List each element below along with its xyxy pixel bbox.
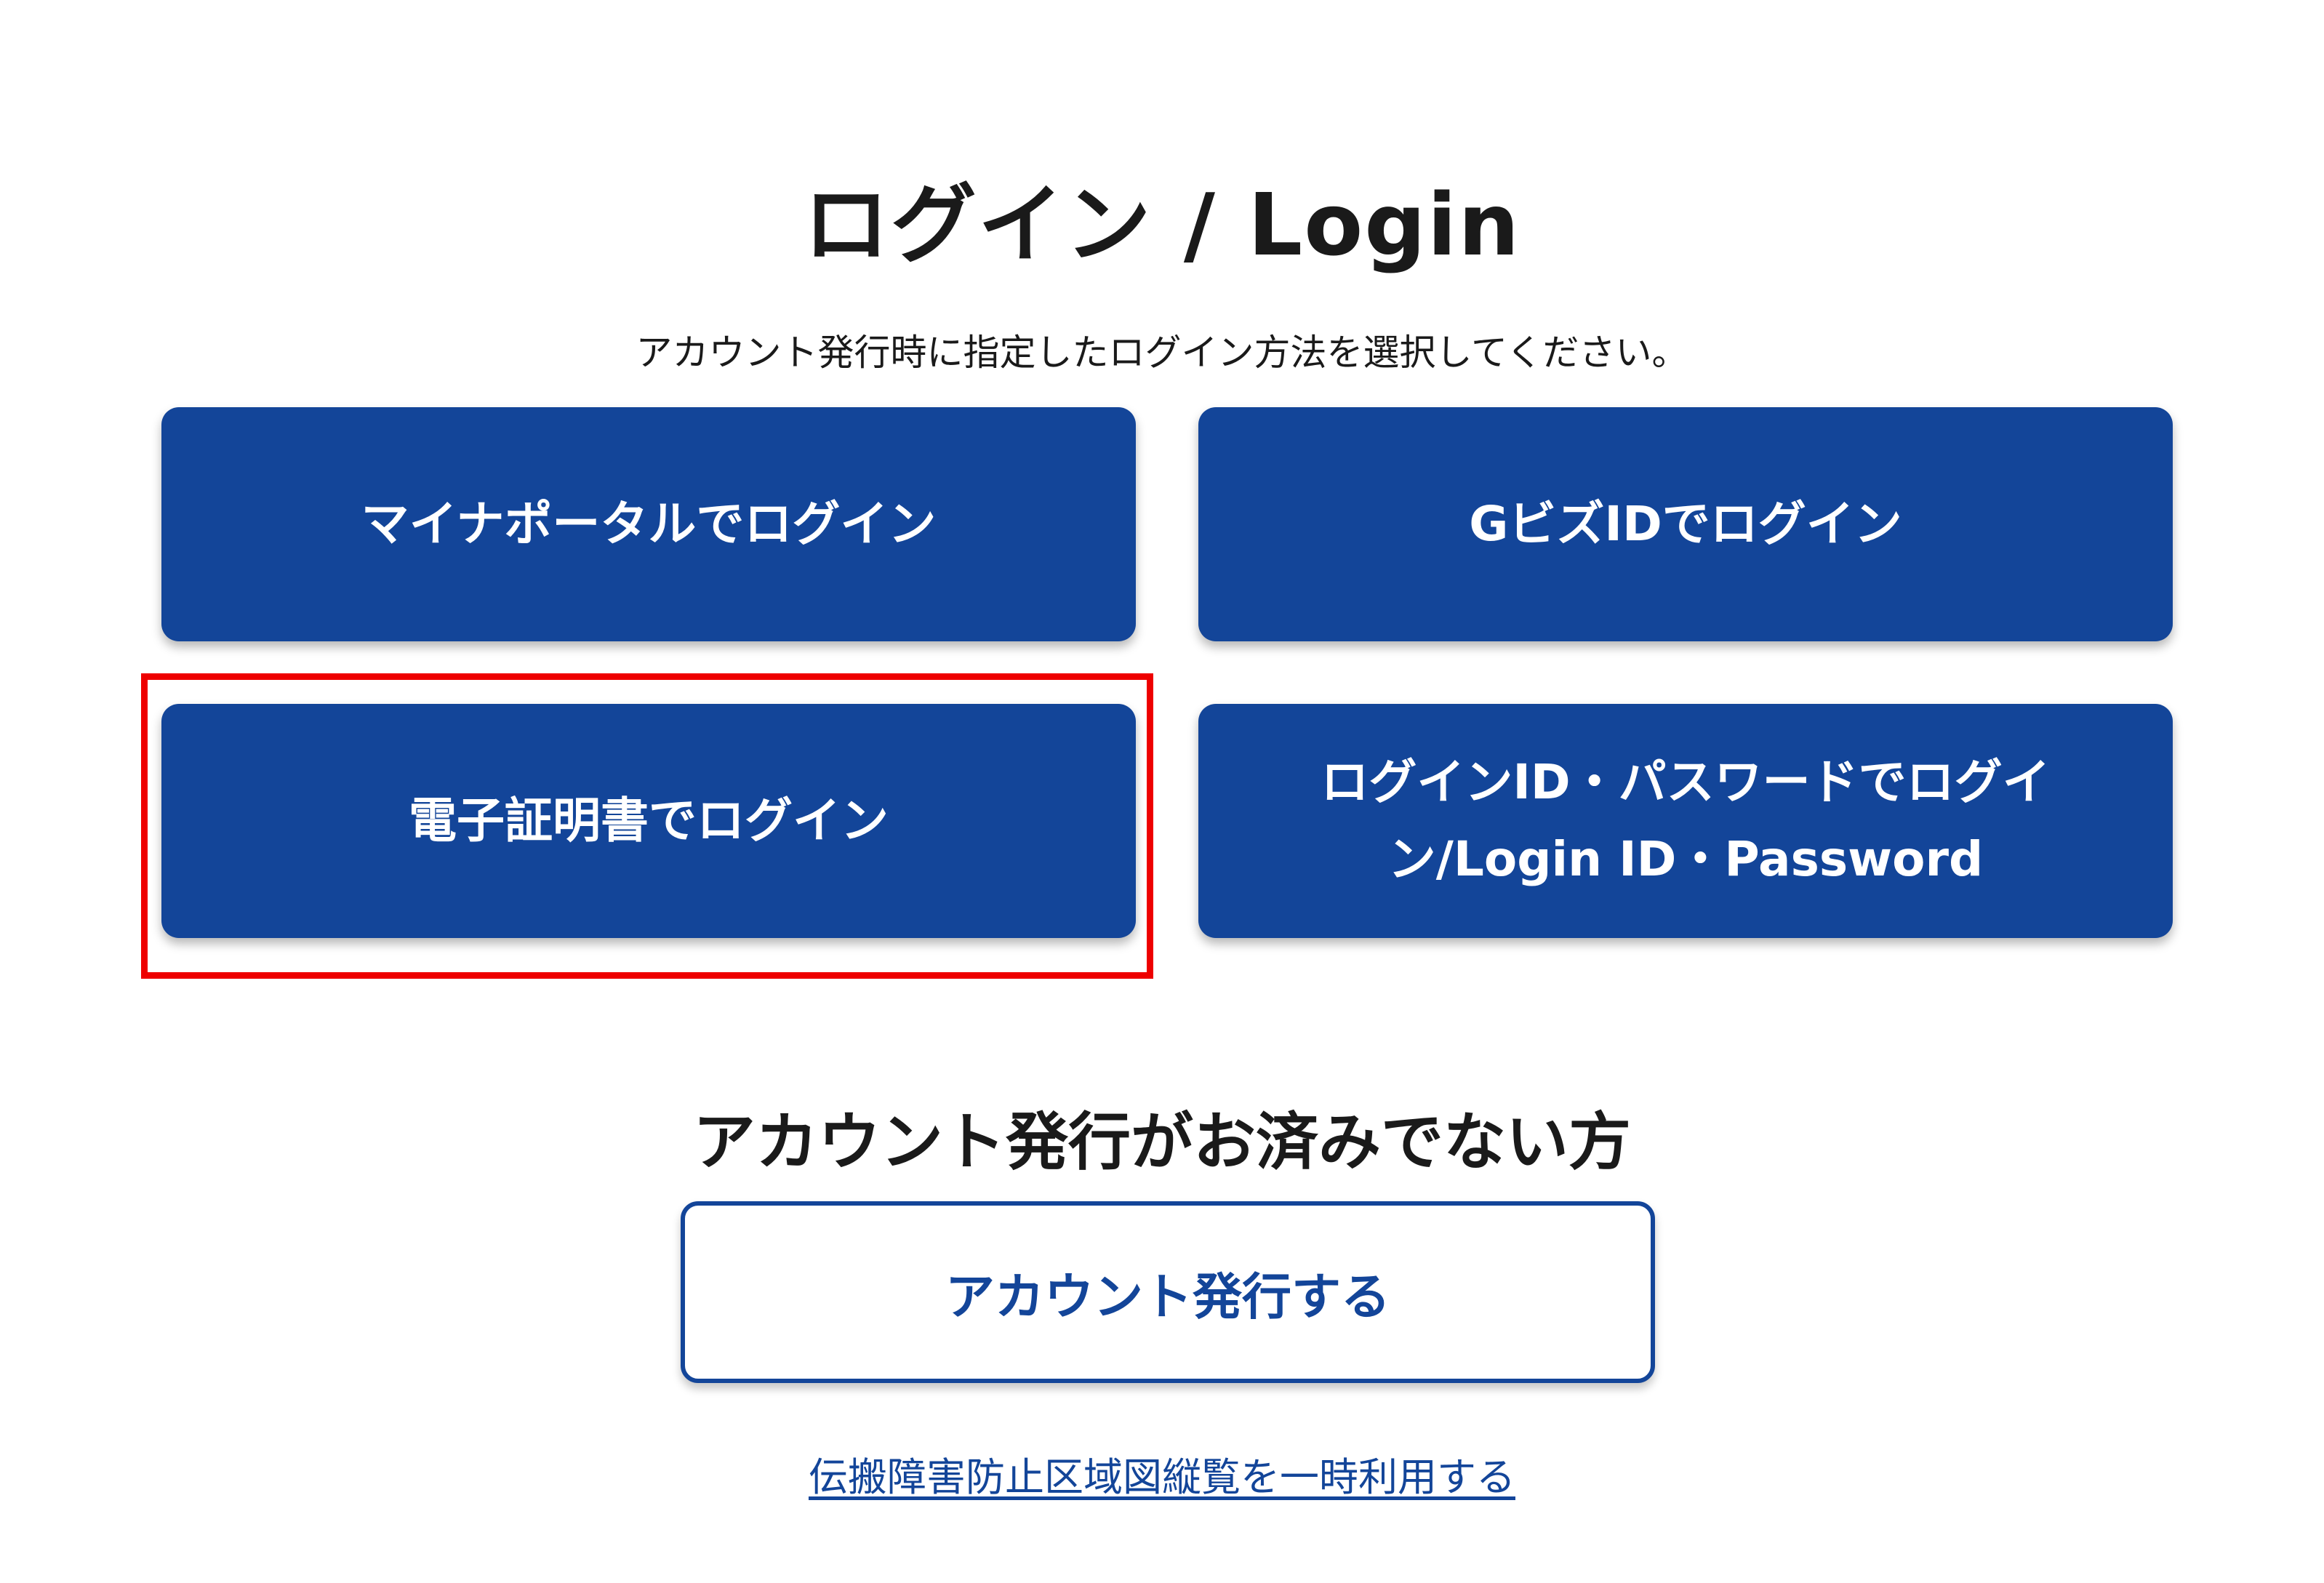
issue-account-button[interactable]: アカウント発行する (681, 1201, 1655, 1383)
login-page: ログイン / Login アカウント発行時に指定したログイン方法を選択してくださ… (0, 0, 2324, 1583)
login-id-password-button[interactable]: ログインID・パスワードでログイン/Login ID・Password (1198, 704, 2173, 938)
myna-portal-login-button[interactable]: マイナポータルでログイン (161, 407, 1136, 641)
temporary-use-link[interactable]: 伝搬障害防止区域図縦覧を一時利用する (0, 1448, 2324, 1507)
certificate-login-button[interactable]: 電子証明書でログイン (161, 704, 1136, 938)
page-title: ログイン / Login (803, 175, 1521, 276)
gbiz-id-login-button[interactable]: GビズIDでログイン (1198, 407, 2173, 641)
register-section-heading: アカウント発行がお済みでない方 (693, 1106, 1631, 1179)
page-subtitle: アカウント発行時に指定したログイン方法を選択してください。 (636, 332, 1688, 374)
